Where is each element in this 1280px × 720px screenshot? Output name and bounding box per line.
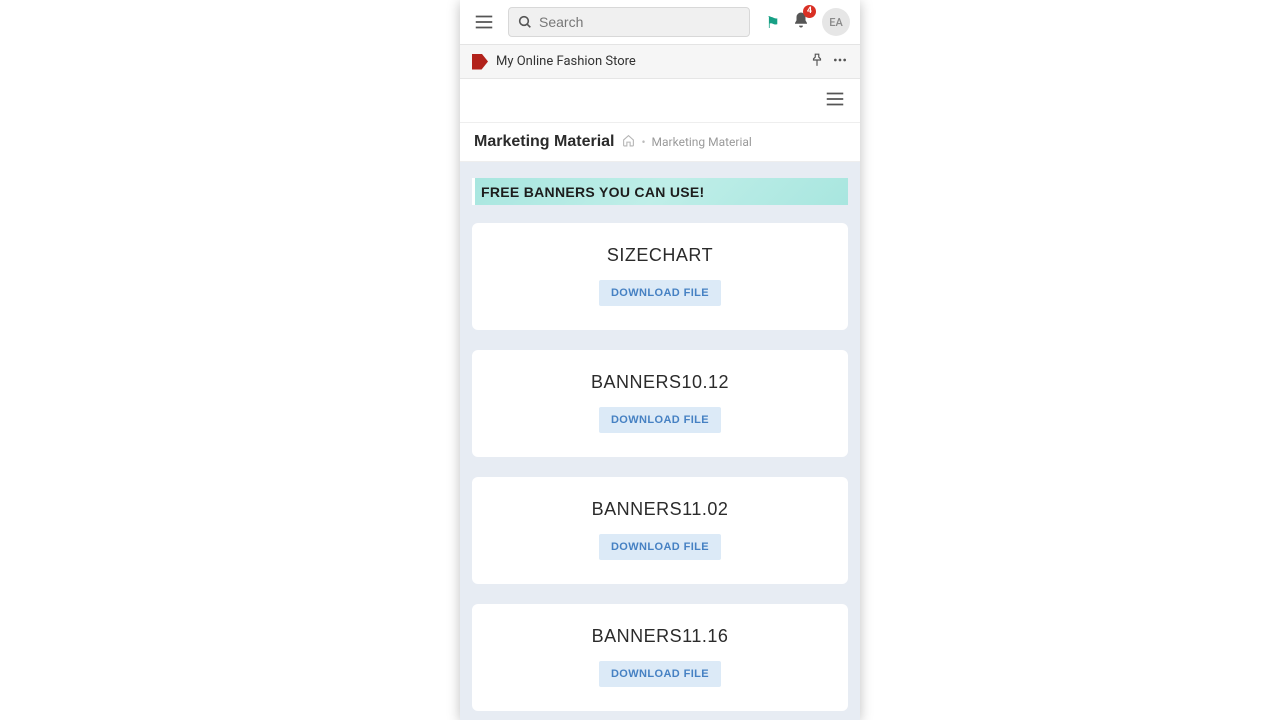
download-card: BANNERS11.16 DOWNLOAD FILE xyxy=(472,604,848,711)
home-crumb[interactable] xyxy=(622,134,635,150)
pin-icon xyxy=(810,53,824,67)
menu-button[interactable] xyxy=(470,8,498,36)
menu-icon xyxy=(473,11,495,33)
flag-icon[interactable]: ⚑ xyxy=(766,13,780,32)
store-name: My Online Fashion Store xyxy=(496,54,636,69)
download-button[interactable]: DOWNLOAD FILE xyxy=(599,534,721,560)
home-icon xyxy=(622,134,635,147)
card-title: BANNERS10.12 xyxy=(482,372,838,393)
app-frame: ⚑ 4 EA My Online Fashion Store Marketing… xyxy=(460,0,860,720)
download-card: BANNERS11.02 DOWNLOAD FILE xyxy=(472,477,848,584)
download-button[interactable]: DOWNLOAD FILE xyxy=(599,407,721,433)
top-bar: ⚑ 4 EA xyxy=(460,0,860,45)
card-title: BANNERS11.16 xyxy=(482,626,838,647)
page-header: Marketing Material • Marketing Material xyxy=(460,123,860,162)
notifications-button[interactable]: 4 xyxy=(792,11,810,33)
avatar[interactable]: EA xyxy=(822,8,850,36)
download-card: SIZECHART DOWNLOAD FILE xyxy=(472,223,848,330)
more-button[interactable] xyxy=(832,52,848,72)
download-button[interactable]: DOWNLOAD FILE xyxy=(599,280,721,306)
breadcrumb: • Marketing Material xyxy=(622,134,751,150)
notification-badge: 4 xyxy=(803,5,816,18)
sub-header xyxy=(460,79,860,123)
store-bar: My Online Fashion Store xyxy=(460,45,860,79)
store-tag-icon xyxy=(472,54,488,70)
search-box[interactable] xyxy=(508,7,750,37)
download-card: BANNERS10.12 DOWNLOAD FILE xyxy=(472,350,848,457)
search-icon xyxy=(517,14,533,30)
download-button[interactable]: DOWNLOAD FILE xyxy=(599,661,721,687)
search-input[interactable] xyxy=(539,14,741,30)
card-title: BANNERS11.02 xyxy=(482,499,838,520)
content-scroll[interactable]: Marketing Material • Marketing Material … xyxy=(460,79,860,720)
content-area: FREE BANNERS YOU CAN USE! SIZECHART DOWN… xyxy=(460,162,860,720)
pin-button[interactable] xyxy=(810,53,824,71)
submenu-button[interactable] xyxy=(824,88,846,114)
top-icons: ⚑ 4 EA xyxy=(766,8,850,36)
breadcrumb-separator: • xyxy=(641,135,645,149)
free-banners-label: FREE BANNERS YOU CAN USE! xyxy=(481,184,705,200)
card-title: SIZECHART xyxy=(482,245,838,266)
breadcrumb-current[interactable]: Marketing Material xyxy=(652,135,752,149)
more-icon xyxy=(832,52,848,68)
free-banners-heading: FREE BANNERS YOU CAN USE! xyxy=(472,178,848,205)
page-title: Marketing Material xyxy=(474,133,614,151)
submenu-icon xyxy=(824,88,846,110)
